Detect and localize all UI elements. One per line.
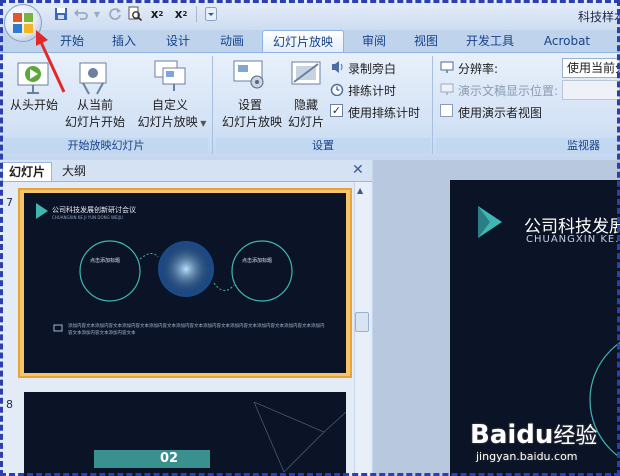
tab-acrobat[interactable]: Acrobat xyxy=(536,30,598,52)
superscript-icon[interactable]: x2 xyxy=(148,6,166,22)
resolution-icon xyxy=(440,60,454,74)
custom-slideshow-text: 幻灯片放映 xyxy=(137,115,198,129)
slide-number-7: 7 xyxy=(6,196,13,209)
hide-slide-icon[interactable] xyxy=(290,58,322,94)
customize-qat-icon[interactable] xyxy=(202,6,220,22)
resolution-select[interactable]: 使用当前分 xyxy=(562,58,620,78)
from-beginning-button[interactable]: 从头开始 xyxy=(8,96,60,113)
record-narration-button[interactable]: 录制旁白 xyxy=(348,60,396,77)
slide-8-graphics xyxy=(94,401,346,473)
from-current-label-2[interactable]: 幻灯片开始 xyxy=(60,113,130,130)
tab-slideshow[interactable]: 幻灯片放映 xyxy=(262,30,344,52)
slide-7-body: 添加内容文本添加内容文本添加内容文本添加内容文本添加内容文本添加内容文本添加内容… xyxy=(68,324,325,336)
hide-slide-label-1[interactable]: 隐藏 xyxy=(286,96,326,113)
tab-review[interactable]: 审阅 xyxy=(354,30,394,52)
setup-slideshow-icon[interactable] xyxy=(230,58,268,94)
tab-animations[interactable]: 动画 xyxy=(212,30,252,52)
baidu-watermark: Baidu经验 jingyan.baidu.com xyxy=(470,418,597,463)
watermark-url: jingyan.baidu.com xyxy=(476,450,578,463)
resolution-label: 分辨率: xyxy=(458,62,499,76)
tab-slides[interactable]: 幻灯片 xyxy=(2,162,53,181)
tab-view[interactable]: 视图 xyxy=(406,30,446,52)
scroll-up-icon[interactable]: ▲ xyxy=(357,186,363,195)
slide-8-number: 02 xyxy=(160,451,179,466)
group-separator xyxy=(212,56,213,154)
custom-slideshow-label-2[interactable]: 幻灯片放映 ▼ xyxy=(134,113,210,130)
show-on-label: 演示文稿显示位置: xyxy=(458,84,559,98)
slide-7-left-heading: 点击添加标题 xyxy=(90,258,121,264)
subscript-icon[interactable]: x2 xyxy=(172,6,190,22)
setup-slideshow-label-2[interactable]: 幻灯片放映 xyxy=(218,113,286,130)
setup-slideshow-label-1[interactable]: 设置 xyxy=(226,96,274,113)
slide-7-right-heading: 点击添加标题 xyxy=(242,258,273,264)
group-caption-monitors: 监视器 xyxy=(436,138,620,154)
use-rehearsed-checkbox[interactable]: ✓ xyxy=(330,104,343,117)
slide-8-thumbnail[interactable]: 02 xyxy=(24,392,346,476)
tab-outline[interactable]: 大纲 xyxy=(56,162,92,181)
slide-7-subtitle: CHUANGXIN KE JI YUN DONG WEIJU xyxy=(52,215,123,220)
undo-dropdown-icon[interactable]: ▼ xyxy=(92,6,102,22)
hide-slide-label-2[interactable]: 幻灯片 xyxy=(282,113,330,130)
tab-developer[interactable]: 开发工具 xyxy=(458,30,522,52)
from-current-icon[interactable] xyxy=(74,60,112,96)
print-preview-icon[interactable] xyxy=(126,6,144,22)
group-caption-start: 开始放映幻灯片 xyxy=(4,138,208,154)
watermark-brand: Baidu xyxy=(470,420,554,450)
use-rehearsed-label: 使用排练计时 xyxy=(348,106,421,120)
annotation-arrow-icon xyxy=(36,30,66,93)
custom-slideshow-label-1[interactable]: 自定义 xyxy=(144,96,196,113)
presenter-view-checkbox[interactable] xyxy=(440,104,453,117)
slide-7-thumbnail[interactable]: 公司科技发展创新研讨会议 CHUANGXIN KE JI YUN DONG WE… xyxy=(24,193,346,373)
main-slide-subtitle: CHUANGXIN KE... xyxy=(526,234,620,245)
qat-separator xyxy=(196,6,197,22)
slide-7-graphics xyxy=(36,203,293,332)
slide-7-title: 公司科技发展创新研讨会议 xyxy=(52,206,136,214)
scrollbar-thumb[interactable] xyxy=(355,312,369,332)
slide-number-8: 8 xyxy=(6,398,13,411)
rehearse-timings-icon[interactable] xyxy=(330,82,344,97)
redo-icon[interactable] xyxy=(106,6,124,22)
group-separator xyxy=(432,56,433,154)
close-panel-icon[interactable]: ✕ xyxy=(352,162,364,178)
rehearse-timings-button[interactable]: 排练计时 xyxy=(348,82,396,99)
show-on-select[interactable] xyxy=(562,80,620,100)
presenter-view-label: 使用演示者视图 xyxy=(458,106,543,120)
tab-design[interactable]: 设计 xyxy=(160,30,196,52)
group-caption-setup: 设置 xyxy=(216,138,430,154)
undo-icon[interactable] xyxy=(72,6,90,22)
window-title: 科技样本 xyxy=(578,10,620,24)
save-icon[interactable] xyxy=(52,6,70,22)
tab-insert[interactable]: 插入 xyxy=(106,30,142,52)
monitor-icon xyxy=(440,82,454,96)
watermark-sub: 经验 xyxy=(553,424,598,449)
from-current-label-1[interactable]: 从当前 xyxy=(64,96,126,113)
custom-slideshow-icon[interactable] xyxy=(152,58,190,94)
dropdown-arrow-icon: ▼ xyxy=(197,119,207,128)
record-narration-icon[interactable] xyxy=(330,60,344,74)
